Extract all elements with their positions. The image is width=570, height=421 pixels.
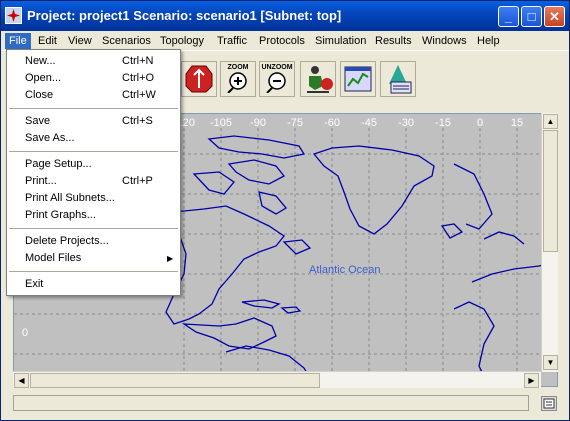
menu-item-print-graphs[interactable]: Print Graphs...	[7, 207, 180, 224]
configure-sim-icon	[307, 66, 333, 93]
menu-topology[interactable]: Topology	[156, 33, 208, 49]
scroll-right-icon: ▶	[528, 376, 535, 385]
scroll-up-button[interactable]: ▲	[543, 114, 558, 129]
latitude-tick-0: 0	[22, 327, 28, 339]
status-bar	[13, 395, 529, 411]
menu-windows[interactable]: Windows	[418, 33, 471, 49]
node-button[interactable]	[181, 61, 217, 97]
node-icon	[185, 65, 213, 93]
submenu-arrow-icon: ▶	[167, 254, 174, 263]
configure-sim-button[interactable]	[300, 61, 336, 97]
longitude-tick-label: 15	[511, 117, 523, 129]
menu-separator	[9, 151, 178, 152]
view-results-button[interactable]	[340, 61, 376, 97]
scroll-left-button[interactable]: ◀	[14, 373, 29, 388]
longitude-tick-label: -105	[210, 117, 232, 129]
zoom-label: ZOOM	[227, 64, 249, 71]
menu-separator	[9, 108, 178, 109]
file-menu-dropdown: New... Ctrl+N Open... Ctrl+O Close Ctrl+…	[6, 49, 181, 296]
menu-item-label: Page Setup...	[25, 158, 92, 170]
menu-item-label: Print...	[25, 175, 57, 187]
menu-help[interactable]: Help	[473, 33, 504, 49]
scroll-up-icon: ▲	[546, 117, 555, 126]
menu-file[interactable]: File	[5, 33, 31, 49]
longitude-tick-label: -30	[398, 117, 414, 129]
maximize-icon: □	[527, 9, 536, 24]
longitude-tick-label: -15	[435, 117, 451, 129]
menu-item-new[interactable]: New... Ctrl+N	[7, 53, 180, 70]
menu-item-shortcut: Ctrl+P	[122, 175, 153, 187]
zoom-in-icon	[227, 72, 247, 94]
horizontal-scroll-thumb[interactable]	[30, 373, 320, 388]
menu-results[interactable]: Results	[371, 33, 416, 49]
scroll-down-button[interactable]: ▼	[543, 355, 558, 370]
unzoom-label: UNZOOM	[261, 64, 293, 71]
menu-item-shortcut: Ctrl+S	[122, 115, 153, 127]
longitude-tick-label: -90	[250, 117, 266, 129]
longitude-ticks: -120 -105 -90 -75 -60 -45 -30 -15 0 15	[173, 117, 523, 129]
menu-item-label: Save As...	[25, 132, 75, 144]
maximize-button[interactable]: □	[521, 6, 542, 27]
menu-item-delete-projects[interactable]: Delete Projects...	[7, 233, 180, 250]
menu-scenarios[interactable]: Scenarios	[98, 33, 155, 49]
menu-view[interactable]: View	[64, 33, 96, 49]
menu-item-label: Model Files	[25, 252, 82, 264]
menu-item-shortcut: Ctrl+N	[122, 55, 154, 67]
menu-item-page-setup[interactable]: Page Setup...	[7, 156, 180, 173]
view-results-icon	[344, 66, 372, 92]
menu-item-label: Exit	[25, 278, 44, 290]
menu-protocols[interactable]: Protocols	[255, 33, 309, 49]
menu-item-save[interactable]: Save Ctrl+S	[7, 113, 180, 130]
scroll-down-icon: ▼	[546, 358, 555, 367]
view-graphs-icon	[389, 65, 412, 94]
vertical-scroll-thumb[interactable]	[543, 130, 558, 252]
longitude-tick-label: -75	[287, 117, 303, 129]
scroll-right-button[interactable]: ▶	[524, 373, 539, 388]
menu-item-save-as[interactable]: Save As...	[7, 130, 180, 147]
menu-item-exit[interactable]: Exit	[7, 276, 180, 293]
unzoom-button[interactable]: UNZOOM	[259, 61, 295, 97]
menu-item-model-files[interactable]: Model Files ▶	[7, 250, 180, 267]
menu-item-label: Delete Projects...	[25, 235, 109, 247]
menu-item-shortcut: Ctrl+O	[122, 72, 155, 84]
longitude-tick-label: -45	[361, 117, 377, 129]
title-bar[interactable]: Project: project1 Scenario: scenario1 [S…	[1, 1, 569, 31]
longitude-tick-label: -60	[324, 117, 340, 129]
window-title: Project: project1 Scenario: scenario1 [S…	[27, 8, 342, 23]
menu-item-label: Save	[25, 115, 51, 127]
coastlines	[165, 135, 555, 386]
report-icon	[543, 398, 555, 409]
app-window: Project: project1 Scenario: scenario1 [S…	[0, 0, 570, 421]
menu-item-shortcut: Ctrl+W	[122, 89, 156, 101]
status-report-button[interactable]	[541, 396, 557, 411]
atlantic-ocean-label: Atlantic Ocean	[309, 264, 381, 276]
close-icon: ✕	[549, 9, 560, 24]
menu-item-close[interactable]: Close Ctrl+W	[7, 87, 180, 104]
zoom-out-icon	[266, 72, 286, 94]
horizontal-scrollbar[interactable]: ◀ ▶	[13, 371, 541, 388]
menu-item-label: Print All Subnets...	[25, 192, 115, 204]
menu-item-open[interactable]: Open... Ctrl+O	[7, 70, 180, 87]
menu-edit[interactable]: Edit	[34, 33, 61, 49]
vertical-scrollbar[interactable]: ▲ ▼	[541, 113, 558, 372]
menu-item-label: New...	[25, 55, 56, 67]
view-graphs-button[interactable]	[380, 61, 416, 97]
zoom-button[interactable]: ZOOM	[220, 61, 256, 97]
menu-item-label: Open...	[25, 72, 62, 84]
menu-item-label: Close	[25, 89, 54, 101]
menu-separator	[9, 228, 178, 229]
menu-simulation[interactable]: Simulation	[311, 33, 370, 49]
menu-item-print[interactable]: Print... Ctrl+P	[7, 173, 180, 190]
longitude-tick-label: 0	[477, 117, 483, 129]
scroll-left-icon: ◀	[18, 376, 25, 385]
close-button[interactable]: ✕	[544, 6, 565, 27]
minimize-icon: _	[504, 9, 513, 24]
menu-item-print-all-subnets[interactable]: Print All Subnets...	[7, 190, 180, 207]
app-icon	[5, 7, 22, 24]
menu-traffic[interactable]: Traffic	[213, 33, 251, 49]
minimize-button[interactable]: _	[498, 6, 519, 27]
menu-separator	[9, 271, 178, 272]
menu-bar: File Edit View Scenarios Topology Traffi…	[1, 31, 569, 50]
menu-item-label: Print Graphs...	[25, 209, 96, 221]
